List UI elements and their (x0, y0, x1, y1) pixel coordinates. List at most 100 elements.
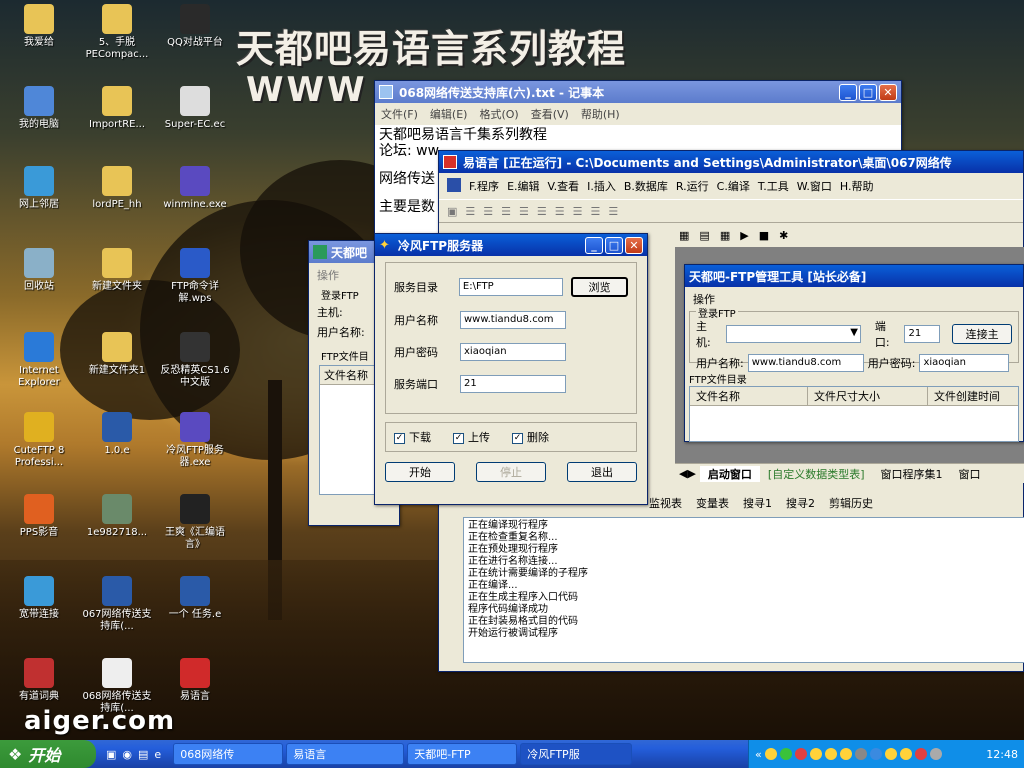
menu-format[interactable]: 格式(O) (479, 106, 518, 122)
ftp-tool-titlebar[interactable]: 天都吧-FTP管理工具 [站长必备] (685, 265, 1023, 287)
desktop-icon[interactable]: 反恐精英CS1.6中文版 (158, 332, 232, 389)
align-icon[interactable]: ☰ (608, 205, 618, 218)
user-field[interactable]: www.tiandu8.com (747, 354, 864, 372)
connect-button[interactable]: 连接主 (952, 324, 1012, 344)
desktop-icon[interactable]: Internet Explorer (2, 332, 76, 389)
start-button[interactable]: ❖ 开始 (0, 740, 96, 768)
output-panel[interactable]: 正在编译现行程序 正在检查重复名称... 正在预处理现行程序 正在进行名称连接... 正… (463, 517, 1024, 663)
align-icon[interactable]: ☰ (537, 205, 547, 218)
desktop-icon[interactable]: 1.0.e (80, 412, 154, 457)
qq-icon[interactable] (899, 748, 912, 760)
align-icon[interactable]: ☰ (483, 205, 493, 218)
tab-search1[interactable]: 搜寻1 (743, 495, 772, 511)
desktop-icon[interactable]: lordPE_hh (80, 166, 154, 211)
desktop-icon[interactable]: 我的电脑 (2, 86, 76, 131)
e-ide-titlebar[interactable]: 易语言 [正在运行] - C:\Documents and Settings\A… (439, 151, 1023, 173)
tray-icon[interactable] (764, 748, 777, 760)
menu-compile[interactable]: C.编译 (717, 178, 750, 194)
desktop-icon[interactable]: 5、手脱PECompac... (80, 4, 154, 61)
menu-help[interactable]: 帮助(H) (581, 106, 620, 122)
desktop-icon[interactable]: 新建文件夹1 (80, 332, 154, 377)
dir-field[interactable]: E:\FTP (458, 278, 564, 296)
maximize-button[interactable]: □ (605, 236, 623, 254)
align-icon[interactable]: ☰ (573, 205, 583, 218)
stop-button[interactable]: 停止 (476, 462, 546, 482)
menu-view[interactable]: V.查看 (548, 178, 580, 194)
column-header[interactable]: 文件创建时间 (928, 387, 1006, 405)
tray-icon[interactable] (914, 748, 927, 760)
qq-icon[interactable] (824, 748, 837, 760)
desktop-icon[interactable]: 有道词典 (2, 658, 76, 703)
desktop-icon[interactable]: 宽带连接 (2, 576, 76, 621)
lengfeng-ftp-window[interactable]: ✦ 冷风FTP服务器 _ □ ✕ 服务目录 E:\FTP 浏览 用户名称 www… (374, 233, 648, 505)
task-e-lang[interactable]: 易语言 (286, 743, 405, 765)
menu-program[interactable]: F.程序 (469, 178, 499, 194)
desktop-icon[interactable]: 回收站 (2, 248, 76, 293)
tray-icon[interactable] (869, 748, 882, 760)
layout-icon[interactable]: ▤ (699, 229, 709, 242)
desktop-icon[interactable]: 冷风FTP服务器.exe (158, 412, 232, 469)
desktop-icon[interactable]: 新建文件夹 (80, 248, 154, 293)
chevron-down-icon[interactable]: ▼ (850, 327, 858, 338)
minimize-button[interactable]: _ (585, 236, 603, 254)
layout-icon[interactable]: ▦ (679, 229, 689, 242)
start-button[interactable]: 开始 (385, 462, 455, 482)
quick-launch-icon[interactable]: ◉ (122, 748, 132, 761)
desktop-icon[interactable]: CuteFTP 8 Professi... (2, 412, 76, 469)
lengfeng-titlebar[interactable]: ✦ 冷风FTP服务器 _ □ ✕ (375, 234, 647, 256)
task-notepad[interactable]: 068网络传 (173, 743, 284, 765)
form-icon[interactable]: ▣ (447, 205, 457, 218)
desktop-icon[interactable]: FTP命令详解.wps (158, 248, 232, 305)
desktop-icon[interactable]: 一个 任务.e (158, 576, 232, 621)
menu-edit[interactable]: 编辑(E) (430, 106, 468, 122)
port-field[interactable]: 21 (904, 325, 941, 343)
run-icon[interactable]: ▶ (740, 229, 748, 242)
tab-search2[interactable]: 搜寻2 (786, 495, 815, 511)
ftp-tool-window[interactable]: 天都吧-FTP管理工具 [站长必备] 操作 登录FTP 主机: ▼ 端口: 21… (684, 264, 1024, 442)
align-icon[interactable]: ☰ (465, 205, 475, 218)
qq-icon[interactable] (884, 748, 897, 760)
desktop-icon[interactable]: Super-EC.ec (158, 86, 232, 131)
quick-launch-icon[interactable]: e (154, 748, 161, 761)
tab-startup-window[interactable]: 启动窗口 (699, 465, 760, 482)
desktop-icon[interactable]: 1e982718... (80, 494, 154, 539)
qq-icon[interactable] (809, 748, 822, 760)
port-field[interactable]: 21 (460, 375, 566, 393)
browse-button[interactable]: 浏览 (571, 277, 628, 297)
menu-insert[interactable]: I.插入 (587, 178, 616, 194)
menu-view[interactable]: 查看(V) (531, 106, 569, 122)
align-icon[interactable]: ☰ (591, 205, 601, 218)
task-lengfeng[interactable]: 冷风FTP服 (520, 743, 633, 765)
upload-checkbox[interactable]: ✓ 上传 (453, 429, 490, 445)
quick-launch-icon[interactable]: ▣ (106, 748, 116, 761)
tab-custom-types[interactable]: [自定义数据类型表] (760, 466, 873, 482)
tray-icon[interactable] (854, 748, 867, 760)
quick-launch-icon[interactable]: ▤ (138, 748, 148, 761)
desktop-icon[interactable]: 067网络传送支持库(... (80, 576, 154, 633)
menu-help[interactable]: H.帮助 (840, 178, 874, 194)
download-checkbox[interactable]: ✓ 下载 (394, 429, 431, 445)
host-combobox[interactable]: ▼ (725, 325, 861, 343)
desktop-icon[interactable]: 我爱给 (2, 4, 76, 49)
menu-tools[interactable]: T.工具 (758, 178, 789, 194)
tab-window[interactable]: 窗口 (951, 466, 989, 482)
maximize-button[interactable]: □ (859, 83, 877, 101)
align-icon[interactable]: ☰ (501, 205, 511, 218)
tray-icon[interactable]: « (755, 748, 762, 761)
stop-icon[interactable]: ■ (759, 229, 769, 242)
minimize-button[interactable]: _ (839, 83, 857, 101)
close-button[interactable]: ✕ (625, 236, 643, 254)
desktop-icon[interactable]: 易语言 (158, 658, 232, 703)
desktop-icon[interactable]: winmine.exe (158, 166, 232, 211)
pass-field[interactable]: xiaoqian (460, 343, 566, 361)
tab-clip-history[interactable]: 剪辑历史 (829, 495, 873, 511)
tab-variables[interactable]: 变量表 (696, 495, 729, 511)
desktop-icon[interactable]: 王爽《汇编语言》 (158, 494, 232, 551)
menu-edit[interactable]: E.编辑 (507, 178, 539, 194)
exit-button[interactable]: 退出 (567, 462, 637, 482)
delete-checkbox[interactable]: ✓ 删除 (512, 429, 549, 445)
column-header[interactable]: 文件尺寸大小 (808, 387, 928, 405)
desktop-icon[interactable]: PPS影音 (2, 494, 76, 539)
debug-icon[interactable]: ✱ (779, 229, 788, 242)
notepad-titlebar[interactable]: 068网络传送支持库(六).txt - 记事本 _ □ ✕ (375, 81, 901, 103)
